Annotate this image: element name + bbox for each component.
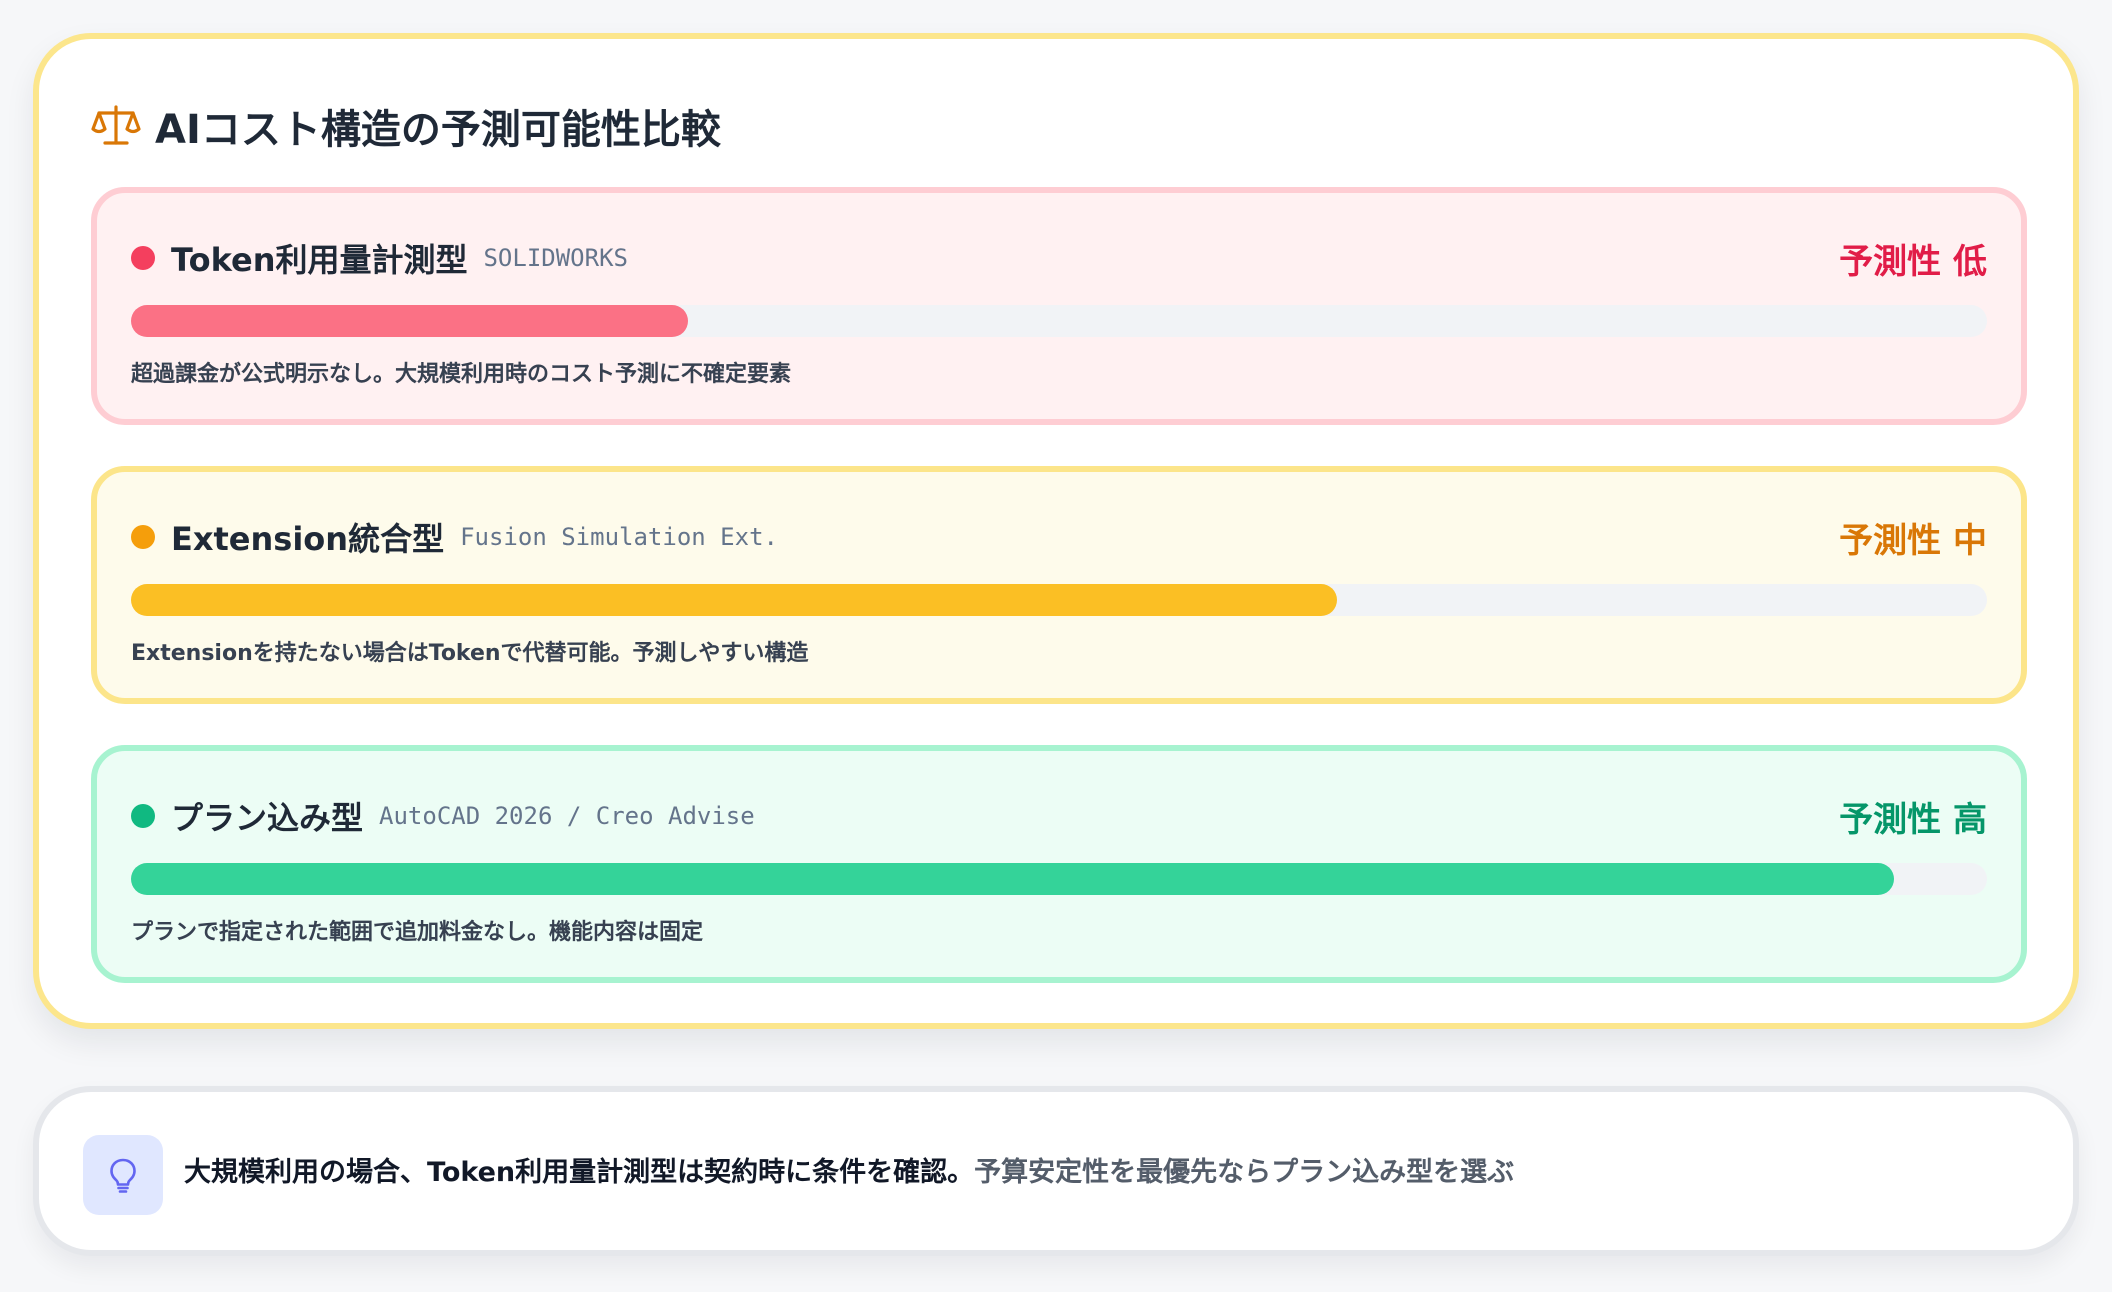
predictability-card: AIコスト構造の予測可能性比較 Token利用量計測型 SOLIDWORKS 予… [33, 33, 2079, 1029]
product-name: Fusion Simulation Ext. [460, 523, 778, 551]
tip-normal-text: 予算安定性を最優先ならプラン込み型を選ぶ [974, 1157, 1515, 1188]
product-name: AutoCAD 2026 / Creo Advise [379, 802, 755, 830]
cost-type-description: Extensionを持たない場合はTokenで代替可能。予測しやすい構造 [131, 641, 809, 666]
cost-type-name: Extension統合型 [171, 520, 445, 558]
card-header: AIコスト構造の予測可能性比較 [91, 91, 721, 161]
predictability-bar [131, 863, 1987, 895]
predictability-bar-fill [131, 863, 1895, 895]
tip-text: 大規模利用の場合、Token利用量計測型は契約時に条件を確認。予算安定性を最優先… [184, 1150, 1514, 1189]
status-dot [131, 525, 155, 549]
status-dot [131, 804, 155, 828]
status-dot [131, 246, 155, 270]
cost-type-token: Token利用量計測型 SOLIDWORKS 予測性 低 超過課金が公式明示なし… [91, 187, 2027, 425]
cost-type-name: プラン込み型 [171, 799, 364, 837]
cost-type-name: Token利用量計測型 [171, 241, 468, 279]
predictability-rating: 予測性 低 [1839, 241, 1987, 282]
predictability-bar [131, 584, 1987, 616]
product-name: SOLIDWORKS [483, 244, 628, 272]
lightbulb-icon [110, 1158, 136, 1193]
cost-type-description: 超過課金が公式明示なし。大規模利用時のコスト予測に不確定要素 [131, 362, 792, 387]
scale-icon [91, 105, 141, 145]
cost-type-description: プランで指定された範囲で追加料金なし。機能内容は固定 [131, 920, 704, 945]
cost-type-extension: Extension統合型 Fusion Simulation Ext. 予測性 … [91, 466, 2027, 704]
page-title: AIコスト構造の予測可能性比較 [155, 107, 721, 153]
predictability-rating: 予測性 高 [1839, 799, 1987, 840]
tip-card: 大規模利用の場合、Token利用量計測型は契約時に条件を確認。予算安定性を最優先… [33, 1086, 2079, 1256]
tip-strong-text: 大規模利用の場合、Token利用量計測型は契約時に条件を確認。 [184, 1157, 975, 1188]
cost-type-plan: プラン込み型 AutoCAD 2026 / Creo Advise 予測性 高 … [91, 745, 2027, 983]
predictability-rating: 予測性 中 [1839, 520, 1987, 561]
predictability-bar-fill [131, 584, 1338, 616]
predictability-bar [131, 305, 1987, 337]
predictability-bar-fill [131, 305, 688, 337]
tip-icon-box [83, 1135, 163, 1215]
